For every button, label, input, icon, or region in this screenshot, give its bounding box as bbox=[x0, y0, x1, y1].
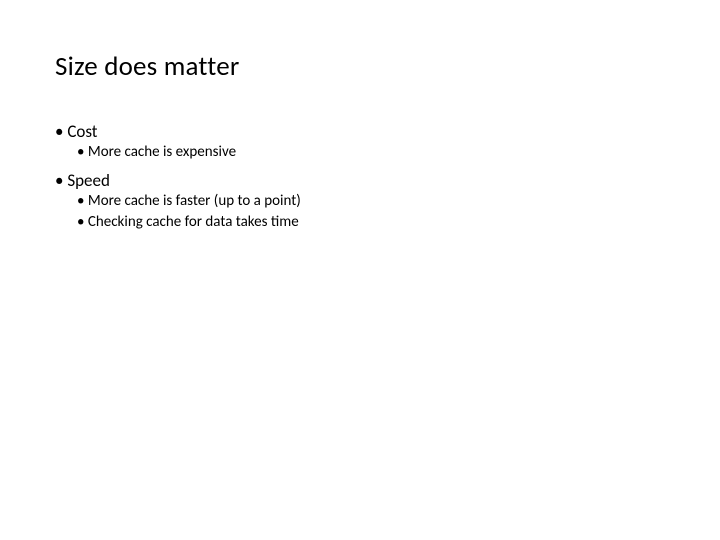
bullet-cost: Cost More cache is expensive bbox=[55, 121, 665, 162]
sublist-speed: More cache is faster (up to a point) Che… bbox=[55, 191, 665, 232]
sublist-cost: More cache is expensive bbox=[55, 142, 665, 162]
bullet-list: Cost More cache is expensive Speed More … bbox=[55, 121, 665, 232]
bullet-label: Cost bbox=[67, 121, 97, 142]
subitem: More cache is faster (up to a point) bbox=[77, 191, 665, 211]
bullet-label: Speed bbox=[67, 170, 110, 191]
slide-title: Size does matter bbox=[55, 50, 665, 83]
subitem: More cache is expensive bbox=[77, 142, 665, 162]
subitem: Checking cache for data takes time bbox=[77, 212, 665, 232]
bullet-speed: Speed More cache is faster (up to a poin… bbox=[55, 170, 665, 232]
